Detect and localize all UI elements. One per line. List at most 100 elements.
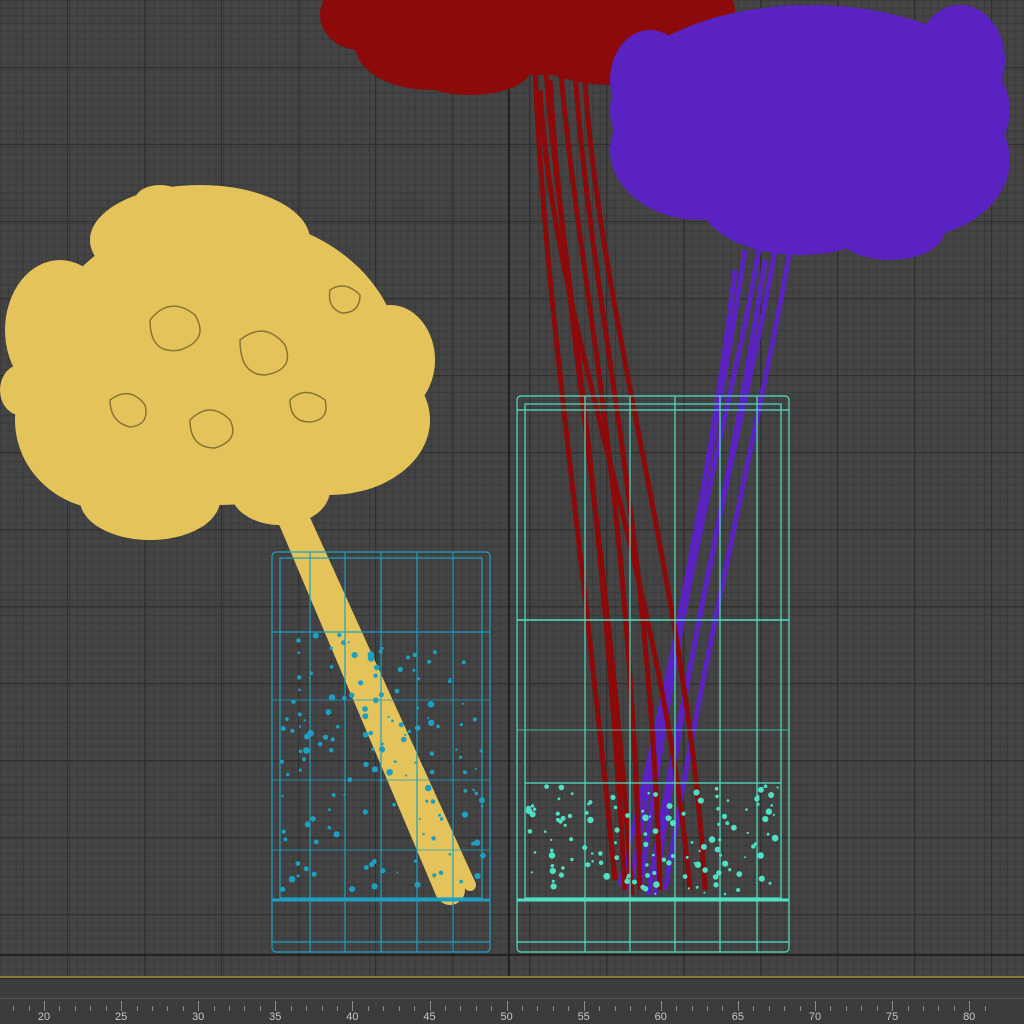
ruler-tick xyxy=(429,1001,431,1011)
bubble xyxy=(281,726,286,731)
ruler-tick xyxy=(460,1006,462,1011)
bubble xyxy=(682,874,688,879)
bubble xyxy=(414,725,421,731)
bubble xyxy=(430,799,436,804)
bubble xyxy=(744,856,747,859)
bubble xyxy=(281,829,286,834)
bubble xyxy=(373,673,378,678)
bubble xyxy=(480,804,484,808)
flower-yellow-head[interactable] xyxy=(0,185,435,540)
bubble xyxy=(331,793,336,797)
bubble xyxy=(763,784,768,788)
bubble xyxy=(349,886,356,893)
bubble xyxy=(770,804,773,807)
ruler-tick xyxy=(691,1006,693,1011)
bubble xyxy=(392,802,396,807)
bubble xyxy=(391,719,394,723)
bubble xyxy=(329,664,334,669)
bubble xyxy=(341,640,346,646)
bubble xyxy=(427,717,430,720)
bubble xyxy=(702,867,708,873)
bubble xyxy=(550,883,557,890)
front-viewport[interactable] xyxy=(0,0,1024,976)
bubble xyxy=(771,834,779,842)
timeline-ruler[interactable]: 20 25 30 35 40 45 50 55 60 65 70 75 80 xyxy=(0,998,1024,1024)
ruler-tick xyxy=(13,1006,15,1011)
bubble xyxy=(393,760,397,764)
bubble xyxy=(557,797,561,801)
bubble xyxy=(459,879,463,884)
bubble xyxy=(416,706,420,710)
bubble xyxy=(333,831,340,838)
bubble xyxy=(643,832,648,836)
bubble xyxy=(472,788,476,792)
bubble xyxy=(358,680,364,686)
ruler-tick xyxy=(336,1006,338,1011)
bubble xyxy=(731,824,737,831)
bubble xyxy=(368,730,374,736)
bubble xyxy=(647,791,650,795)
ruler-label: 60 xyxy=(654,1011,667,1023)
ruler-tick xyxy=(74,1006,76,1011)
ruler-tick xyxy=(90,1006,92,1011)
bubble xyxy=(549,867,556,875)
scene-canvas[interactable] xyxy=(0,0,1024,976)
bubble xyxy=(295,861,301,866)
ruler-tick xyxy=(876,1006,878,1011)
bubble xyxy=(427,659,432,664)
bubble xyxy=(614,841,617,845)
ruler-tick xyxy=(167,1006,169,1011)
bubble xyxy=(347,777,353,783)
bubble xyxy=(328,808,331,812)
ruler-label: 50 xyxy=(500,1011,513,1023)
bubble xyxy=(718,838,722,842)
bubble xyxy=(343,793,346,797)
bubble xyxy=(428,719,435,726)
time-slider[interactable] xyxy=(0,978,1024,999)
ruler-tick xyxy=(352,1001,354,1011)
bubble xyxy=(713,882,719,888)
bubble xyxy=(342,695,347,701)
bubble xyxy=(309,671,313,675)
ruler-tick xyxy=(938,1006,940,1011)
bubble xyxy=(563,823,567,827)
bubble xyxy=(291,699,296,704)
bubble xyxy=(479,797,485,804)
ruler-tick xyxy=(321,1006,323,1011)
bubble xyxy=(556,817,560,822)
bubble xyxy=(463,770,467,775)
ruler-tick xyxy=(753,1006,755,1011)
bubble xyxy=(394,688,400,694)
ruler-label: 35 xyxy=(269,1011,282,1023)
bubble xyxy=(754,796,760,802)
bubble xyxy=(653,792,658,797)
bubble xyxy=(404,733,407,737)
flower-purple-stems[interactable] xyxy=(617,239,793,896)
bubble xyxy=(582,845,588,851)
bubble xyxy=(772,813,776,817)
bubble xyxy=(725,821,730,826)
bubble xyxy=(590,852,594,855)
ruler-tick xyxy=(676,1006,678,1011)
ruler-tick xyxy=(537,1006,539,1011)
ruler-tick xyxy=(907,1006,909,1011)
flower-purple-head[interactable] xyxy=(610,5,1010,260)
bubble xyxy=(626,873,631,878)
bubble xyxy=(418,817,421,820)
bubble xyxy=(631,879,637,885)
bubble xyxy=(598,851,603,856)
bubble xyxy=(326,735,329,738)
bubble xyxy=(548,852,556,859)
bubble xyxy=(736,871,743,877)
bubble xyxy=(413,859,417,863)
bubble xyxy=(666,803,673,809)
ruler-tick xyxy=(568,1006,570,1011)
ruler-label: 20 xyxy=(37,1011,51,1023)
bubble xyxy=(473,839,481,846)
bubble xyxy=(373,664,380,671)
bubble xyxy=(396,871,399,874)
bubble xyxy=(698,849,701,853)
bubble xyxy=(302,757,306,762)
bubble xyxy=(585,862,591,868)
ruler-tick xyxy=(645,1006,647,1011)
